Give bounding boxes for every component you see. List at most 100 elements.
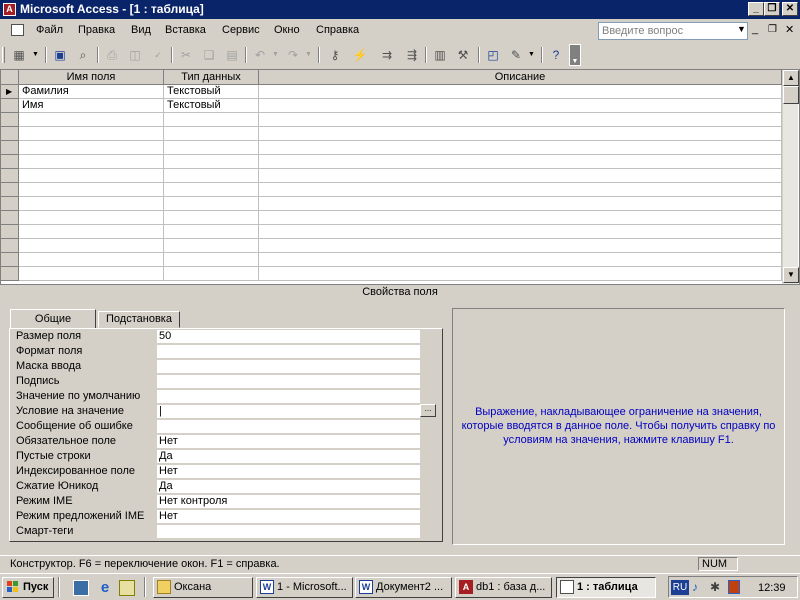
description-cell[interactable] xyxy=(259,267,782,281)
antivirus-icon[interactable]: ✱ xyxy=(710,580,724,595)
scroll-down-button[interactable]: ▼ xyxy=(783,267,799,283)
property-value[interactable]: Нет xyxy=(157,435,420,449)
description-cell[interactable] xyxy=(259,183,782,197)
help-icon[interactable]: ? xyxy=(548,47,564,63)
field-name-cell[interactable] xyxy=(19,239,164,253)
row-selector[interactable] xyxy=(1,113,19,127)
property-value[interactable]: | xyxy=(157,405,420,419)
field-name-cell[interactable] xyxy=(19,127,164,141)
row-selector[interactable] xyxy=(1,253,19,267)
chevron-down-icon[interactable]: ▼ xyxy=(272,51,279,58)
data-type-cell[interactable] xyxy=(164,239,259,253)
description-cell[interactable] xyxy=(259,225,782,239)
property-value[interactable]: Нет xyxy=(157,465,420,479)
taskbar-button-db1[interactable]: A db1 : база д... xyxy=(455,577,552,598)
field-name-cell[interactable] xyxy=(19,197,164,211)
doc-close-button[interactable]: ✕ xyxy=(785,23,794,36)
data-type-cell[interactable] xyxy=(164,267,259,281)
paste-icon[interactable]: ▤ xyxy=(224,47,240,63)
menu-help[interactable]: Справка xyxy=(316,24,359,36)
description-cell[interactable] xyxy=(259,169,782,183)
taskbar-button-word-2[interactable]: W Документ2 ... xyxy=(355,577,452,598)
description-cell[interactable] xyxy=(259,113,782,127)
field-name-cell[interactable] xyxy=(19,113,164,127)
close-button[interactable]: ✕ xyxy=(782,2,798,16)
ask-question-input[interactable]: Введите вопрос xyxy=(598,22,748,40)
field-name-cell[interactable] xyxy=(19,169,164,183)
redo-icon[interactable]: ↷ xyxy=(285,47,301,63)
language-indicator[interactable]: RU xyxy=(671,580,689,595)
data-type-cell[interactable] xyxy=(164,253,259,267)
property-value[interactable]: Да xyxy=(157,450,420,464)
grid-scrollbar[interactable]: ▲ ▼ xyxy=(782,70,799,284)
menu-edit[interactable]: Правка xyxy=(78,24,115,36)
tray-app-icon[interactable] xyxy=(728,580,740,594)
property-value[interactable]: Нет xyxy=(157,510,420,524)
column-header-description[interactable]: Описание xyxy=(259,70,782,85)
taskbar-button-table[interactable]: 1 : таблица xyxy=(556,577,656,598)
row-selector[interactable] xyxy=(1,197,19,211)
properties-icon[interactable]: ▥ xyxy=(432,47,448,63)
field-name-cell[interactable] xyxy=(19,183,164,197)
delete-rows-icon[interactable]: ⇶ xyxy=(404,47,420,63)
row-selector[interactable] xyxy=(1,267,19,281)
insert-rows-icon[interactable]: ⇉ xyxy=(379,47,395,63)
field-name-cell[interactable] xyxy=(19,141,164,155)
tab-lookup[interactable]: Подстановка xyxy=(98,311,180,328)
undo-icon[interactable]: ↶ xyxy=(252,47,268,63)
description-cell[interactable] xyxy=(259,253,782,267)
data-type-cell[interactable] xyxy=(164,183,259,197)
data-type-cell[interactable] xyxy=(164,197,259,211)
search-icon[interactable]: ⌕ xyxy=(75,47,91,63)
row-selector[interactable] xyxy=(1,127,19,141)
print-preview-icon[interactable]: ◫ xyxy=(127,47,143,63)
chevron-down-icon[interactable]: ▼ xyxy=(32,51,39,58)
table-icon[interactable] xyxy=(11,24,24,36)
description-cell[interactable] xyxy=(259,155,782,169)
row-selector[interactable] xyxy=(1,155,19,169)
menu-tools[interactable]: Сервис xyxy=(222,24,260,36)
description-cell[interactable] xyxy=(259,85,782,99)
chevron-down-icon[interactable]: ▼ xyxy=(305,51,312,58)
scroll-thumb[interactable] xyxy=(783,86,799,104)
field-name-cell[interactable]: Фамилия xyxy=(19,85,164,99)
scroll-up-button[interactable]: ▲ xyxy=(783,70,799,86)
chevron-down-icon[interactable]: ▼ xyxy=(737,24,746,34)
toolbar-options-button[interactable]: ▼ xyxy=(569,44,581,66)
row-selector[interactable] xyxy=(1,169,19,183)
cut-icon[interactable]: ✂ xyxy=(178,47,194,63)
data-type-cell[interactable] xyxy=(164,127,259,141)
row-selector[interactable] xyxy=(1,99,19,113)
sound-icon[interactable]: ♪ xyxy=(692,580,706,595)
outlook-express-icon[interactable] xyxy=(119,580,135,596)
database-window-icon[interactable]: ◰ xyxy=(485,47,501,63)
data-type-cell[interactable]: Текстовый xyxy=(164,99,259,113)
menu-file[interactable]: Файл xyxy=(36,24,63,36)
property-value[interactable] xyxy=(157,420,420,434)
row-selector[interactable] xyxy=(1,211,19,225)
description-cell[interactable] xyxy=(259,99,782,113)
field-name-cell[interactable]: Имя xyxy=(19,99,164,113)
data-type-cell[interactable] xyxy=(164,225,259,239)
minimize-button[interactable]: _ xyxy=(748,2,764,16)
build-icon[interactable]: ⚒ xyxy=(455,47,471,63)
save-icon[interactable]: ▣ xyxy=(52,47,68,63)
internet-explorer-icon[interactable]: e xyxy=(97,580,113,596)
description-cell[interactable] xyxy=(259,141,782,155)
data-type-cell[interactable]: Текстовый xyxy=(164,85,259,99)
menu-insert[interactable]: Вставка xyxy=(165,24,206,36)
row-selector[interactable]: ▶ xyxy=(1,85,19,99)
property-value[interactable]: Нет контроля xyxy=(157,495,420,509)
data-type-cell[interactable] xyxy=(164,141,259,155)
field-name-cell[interactable] xyxy=(19,253,164,267)
doc-restore-button[interactable]: ❐ xyxy=(768,24,777,35)
data-type-cell[interactable] xyxy=(164,113,259,127)
description-cell[interactable] xyxy=(259,211,782,225)
field-name-cell[interactable] xyxy=(19,155,164,169)
column-header-field-name[interactable]: Имя поля xyxy=(19,70,164,85)
new-object-icon[interactable]: ✎ xyxy=(508,47,524,63)
tab-general[interactable]: Общие xyxy=(10,309,96,329)
doc-minimize-button[interactable]: _ xyxy=(752,23,758,35)
field-name-cell[interactable] xyxy=(19,267,164,281)
property-value[interactable] xyxy=(157,375,420,389)
